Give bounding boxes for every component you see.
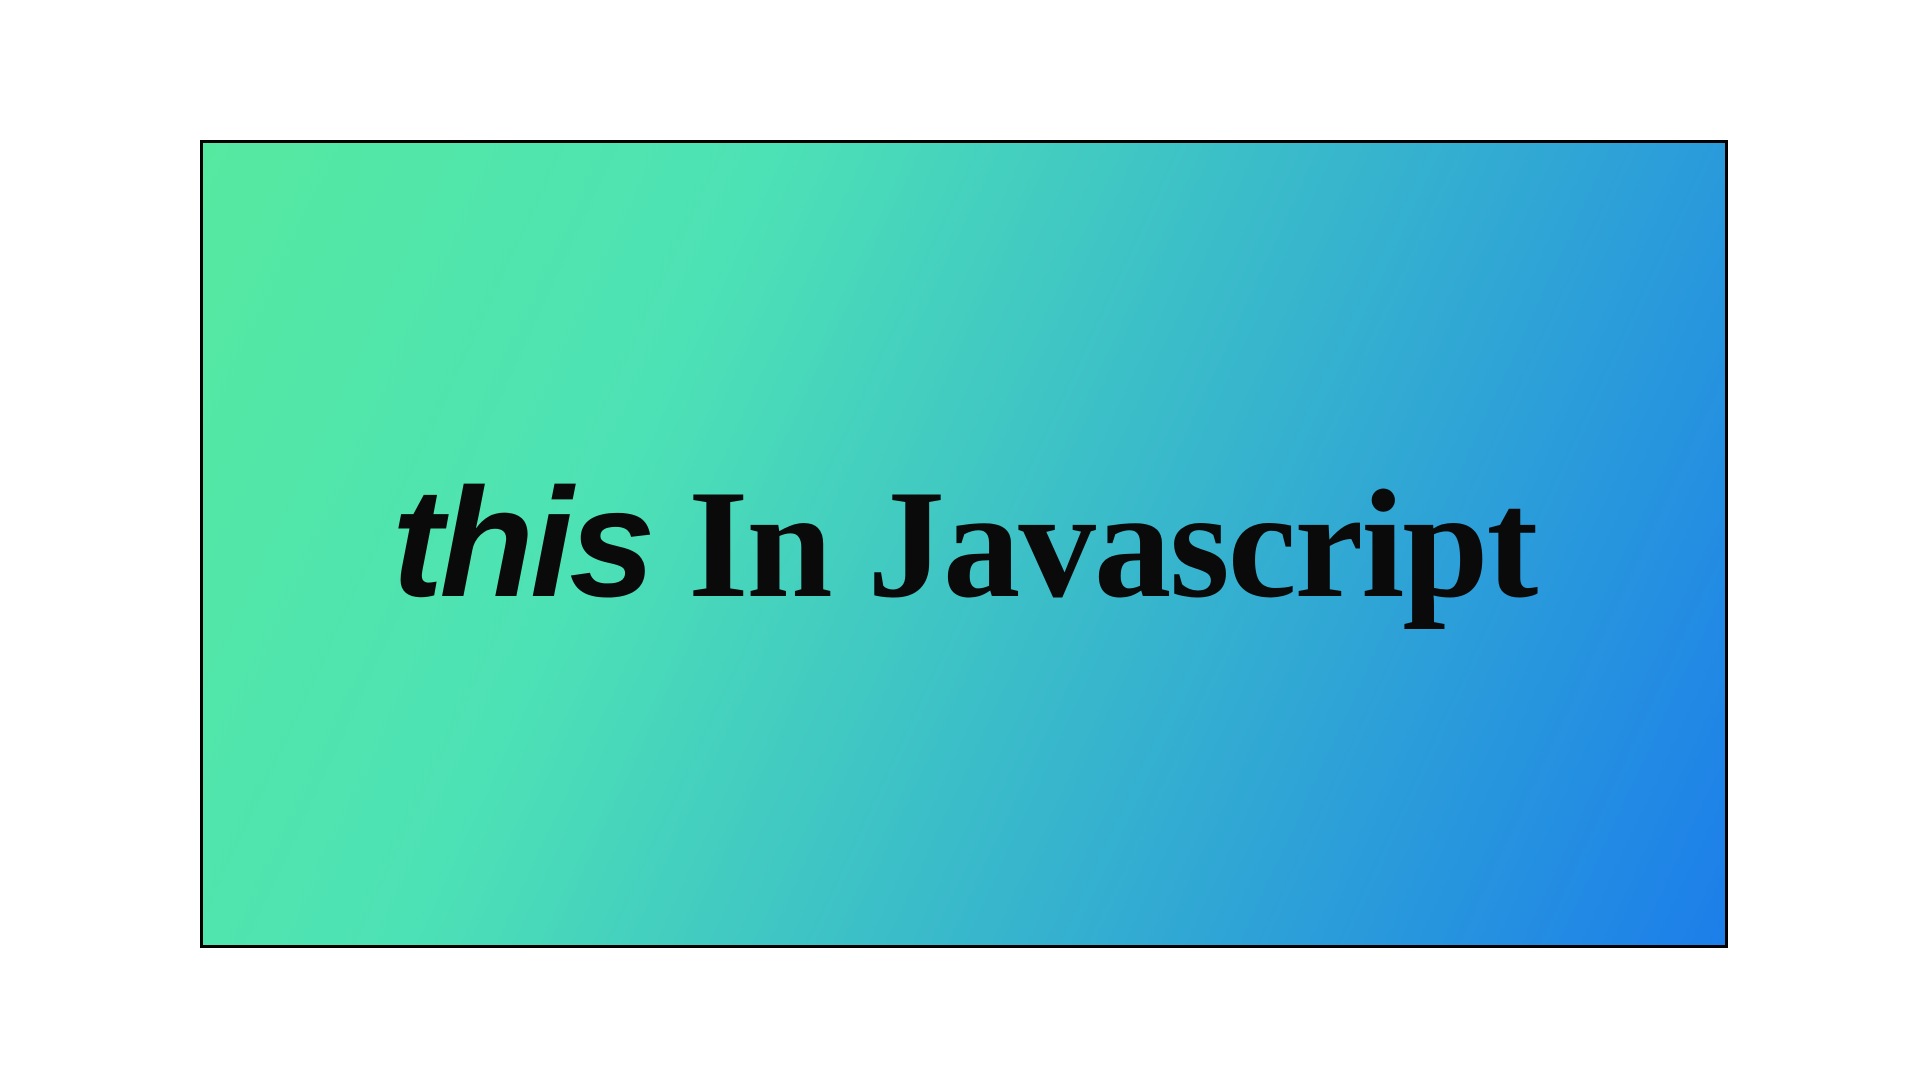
title-banner: this In Javascript bbox=[200, 140, 1728, 948]
title-rest: In Javascript bbox=[651, 458, 1536, 630]
title-keyword: this bbox=[392, 456, 652, 629]
banner-title: this In Javascript bbox=[392, 454, 1536, 634]
